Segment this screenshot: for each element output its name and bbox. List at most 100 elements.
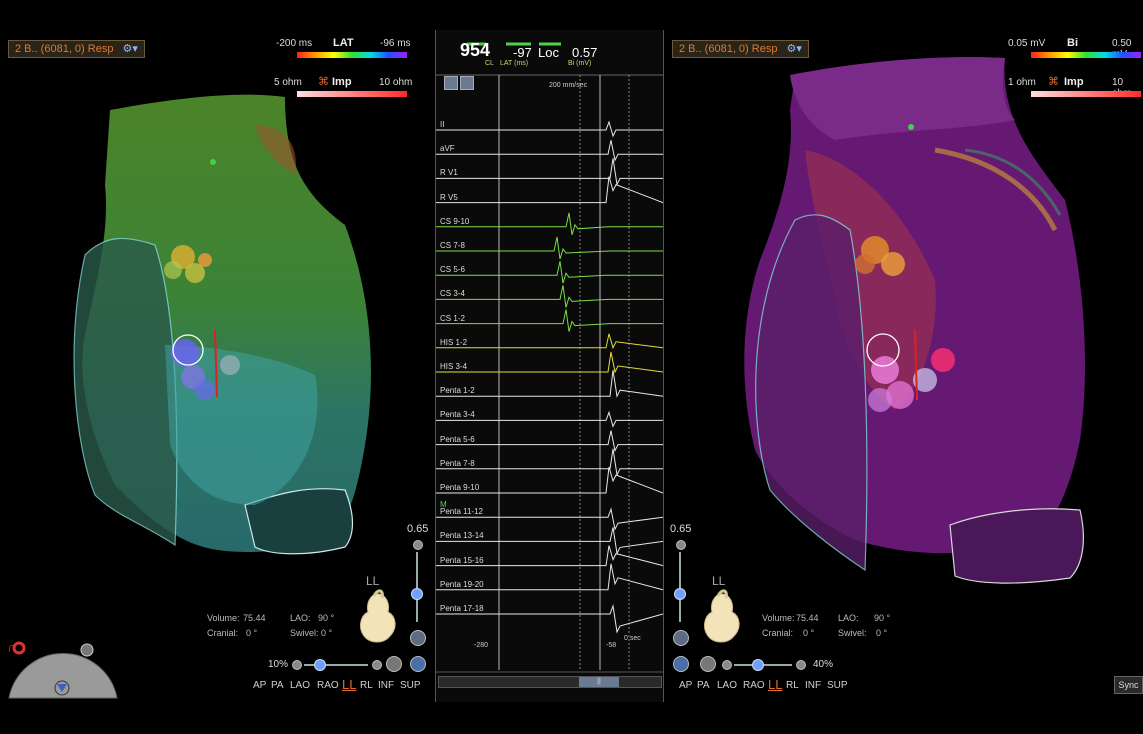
right-view-ll[interactable]: LL <box>768 677 782 692</box>
right-view-rao[interactable]: RAO <box>743 680 765 691</box>
left-zoom-plus-icon[interactable] <box>372 660 382 670</box>
left-zoom-knob[interactable] <box>314 659 326 671</box>
right-cranial-label: Cranial: <box>762 628 794 638</box>
left-view-rl[interactable]: RL <box>360 680 373 691</box>
left-cranial-value: 0 ° <box>246 628 258 638</box>
ecg-trace <box>436 545 663 567</box>
ecg-trace <box>436 448 663 477</box>
ecg-trace <box>436 236 663 260</box>
right-view-lao[interactable]: LAO <box>717 680 737 691</box>
left-volume-label: Volume: <box>207 613 240 623</box>
right-view-ap[interactable]: AP <box>679 680 692 691</box>
magnet-icon[interactable]: ∩ <box>7 639 17 655</box>
ecg-panel[interactable]: II aVF R V1 R V5 CS 9-10 CS 7-8 CS 5-6 CS 3-4 CS… <box>435 30 664 702</box>
ecg-trace <box>436 120 663 138</box>
sweep-speed: 200 mm/sec <box>549 82 588 89</box>
map-point <box>908 124 914 130</box>
ecg-scrollbar-thumb[interactable]: || <box>579 677 619 687</box>
map-settings-icon[interactable]: ⚙▾ <box>123 43 138 55</box>
ecg-trace <box>436 212 663 235</box>
ecg-zoom-out-icon[interactable] <box>444 76 458 90</box>
ecg-trace <box>436 333 663 350</box>
right-rotate-icon[interactable] <box>673 656 689 672</box>
right-zoom-minus-icon[interactable] <box>722 660 732 670</box>
left-orientation-label: LL <box>366 574 380 588</box>
ecg-trace <box>436 466 663 494</box>
ecg-zoom-in-icon[interactable] <box>460 76 474 90</box>
left-swivel-label: Swivel: <box>290 628 319 638</box>
right-swivel-value: 0 ° <box>876 628 888 638</box>
left-opacity-slider[interactable] <box>416 552 418 622</box>
right-heart-orientation-icon[interactable] <box>700 588 744 646</box>
lat-color-bar <box>297 52 407 58</box>
bi-value: 0.57 <box>572 45 598 60</box>
left-view-sup[interactable]: SUP <box>400 680 421 691</box>
left-opacity-knob[interactable] <box>411 588 423 600</box>
ecg-trace <box>436 158 663 187</box>
right-zoom-plus-icon[interactable] <box>796 660 806 670</box>
left-view-inf[interactable]: INF <box>378 680 394 691</box>
lat-scale-max: -96 ms <box>380 38 411 49</box>
left-swivel-value: 0 ° <box>321 628 333 638</box>
left-zoom-value: 10% <box>268 659 289 670</box>
m-marker-label: M <box>440 500 447 509</box>
right-opacity-plus-icon[interactable] <box>676 540 686 550</box>
ecg-trace <box>436 261 663 284</box>
bi-scale-title: Bi <box>1067 37 1078 49</box>
lat-value: -97 <box>513 45 532 60</box>
right-reset-icon[interactable] <box>673 630 689 646</box>
left-volume-value: 75.44 <box>243 613 266 623</box>
left-rotate-icon[interactable] <box>410 656 426 672</box>
cl-label: CL <box>485 60 494 67</box>
right-view-rl[interactable]: RL <box>786 680 799 691</box>
sync-button[interactable]: Sync <box>1114 676 1143 694</box>
bi-scale-min: 0.05 mV <box>1008 38 1046 49</box>
loc-label: Loc <box>538 45 559 60</box>
left-view-rao[interactable]: RAO <box>317 680 339 691</box>
left-lat-map[interactable] <box>55 85 400 565</box>
lat-scale-min: -200 ms <box>276 38 313 49</box>
right-opacity-knob[interactable] <box>674 588 686 600</box>
right-view-pa[interactable]: PA <box>697 680 710 691</box>
right-swivel-label: Swivel: <box>838 628 867 638</box>
ecg-trace <box>436 430 663 453</box>
marker-left-value: -280 <box>474 642 489 649</box>
right-cranial-value: 0 ° <box>803 628 815 638</box>
ecg-scrollbar[interactable]: || <box>438 676 662 688</box>
ecg-trace <box>436 507 663 531</box>
ecg-trace <box>436 563 663 591</box>
ecg-trace <box>436 370 663 398</box>
right-zoom-knob[interactable] <box>752 659 764 671</box>
navigation-widget[interactable] <box>5 638 120 700</box>
right-view-inf[interactable]: INF <box>805 680 821 691</box>
right-orientation-label: LL <box>712 574 726 588</box>
right-view-sup[interactable]: SUP <box>827 680 848 691</box>
left-heart-orientation-icon[interactable] <box>356 588 400 646</box>
ecg-trace <box>436 410 663 428</box>
lat-unit-label: LAT (ms) <box>500 60 529 67</box>
left-zoom-minus-icon[interactable] <box>292 660 302 670</box>
right-opacity-value: 0.65 <box>670 523 692 535</box>
left-reset-icon[interactable] <box>410 630 426 646</box>
left-view-ap[interactable]: AP <box>253 680 266 691</box>
ecg-trace <box>436 176 663 204</box>
ecg-trace <box>436 527 663 556</box>
ecg-traces <box>436 120 663 634</box>
right-opacity-slider[interactable] <box>679 552 681 622</box>
left-map-title[interactable]: 2 B.. (6081, 0) Resp ⚙▾ <box>8 40 145 58</box>
left-view-lao[interactable]: LAO <box>290 680 310 691</box>
left-opacity-plus-icon[interactable] <box>413 540 423 550</box>
ecg-trace <box>436 285 663 308</box>
left-camera-icon[interactable] <box>386 656 402 672</box>
left-view-ll[interactable]: LL <box>342 677 356 692</box>
left-cranial-label: Cranial: <box>207 628 239 638</box>
ecg-trace <box>436 604 663 634</box>
lat-scale-title: LAT <box>333 37 354 49</box>
right-volume-value: 75.44 <box>796 613 819 623</box>
left-lao-value: 90 ° <box>318 613 335 623</box>
right-lao-value: 90 ° <box>874 613 891 623</box>
left-view-pa[interactable]: PA <box>271 680 284 691</box>
left-lao-label: LAO: <box>290 613 311 623</box>
right-voltage-map[interactable] <box>735 50 1105 590</box>
right-camera-icon[interactable] <box>700 656 716 672</box>
